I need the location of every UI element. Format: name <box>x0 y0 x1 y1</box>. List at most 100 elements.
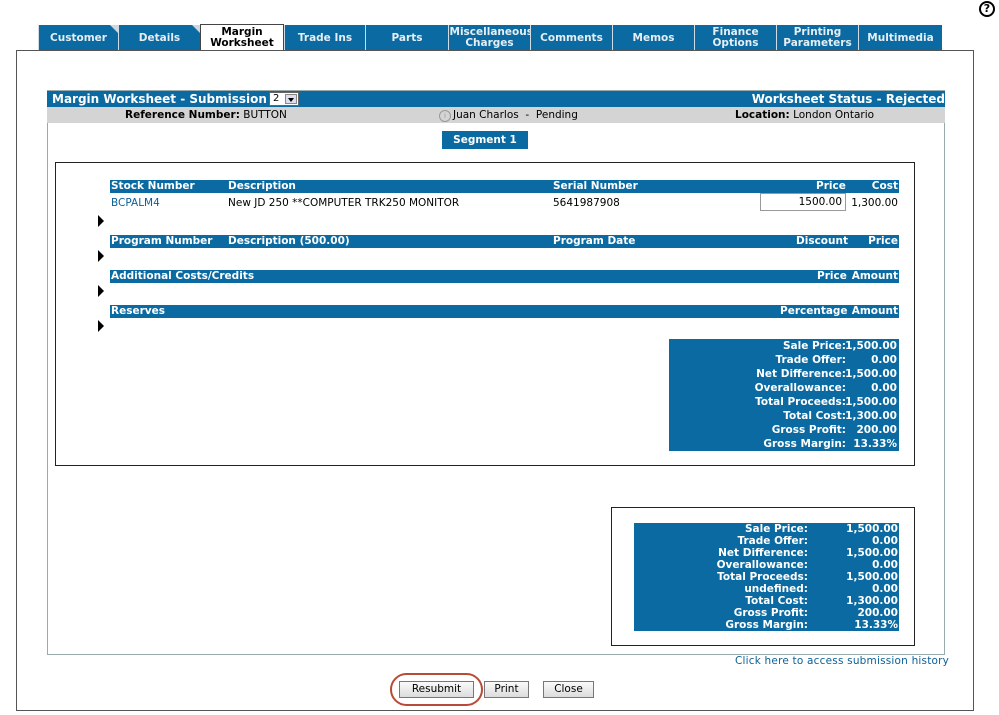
price-input[interactable]: 1500.00 <box>760 193 846 211</box>
col-discount: Discount <box>796 235 848 247</box>
tab-details[interactable]: Details <box>118 25 200 51</box>
expand-arrow-icon[interactable] <box>98 215 104 227</box>
tab-printing-parameters[interactable]: Printing Parameters <box>776 25 858 51</box>
summary-label: Sale Price: <box>782 340 846 352</box>
expand-arrow-icon[interactable] <box>98 320 104 332</box>
stock-cost: 1,300.00 <box>851 197 898 209</box>
summary-label: Gross Margin: <box>725 619 808 631</box>
serial-number: 5641987908 <box>553 197 620 209</box>
tab-miscellaneous-charges[interactable]: Miscellaneous Charges <box>448 25 533 51</box>
expand-arrow-icon[interactable] <box>98 285 104 297</box>
summary-value: 1,500.00 <box>845 396 897 408</box>
tab-margin-worksheet[interactable]: Margin Worksheet <box>200 24 284 51</box>
worksheet-header: Margin Worksheet - Submission 2 Workshee… <box>47 91 945 107</box>
summary-value: 0.00 <box>871 354 897 366</box>
summary-label: Total Proceeds: <box>717 571 808 583</box>
col-description: Description <box>228 180 296 192</box>
submitter-info: i Juan Charlos - Pending <box>439 109 578 122</box>
summary-value: 13.33% <box>853 438 897 450</box>
tab-label: Trade Ins <box>297 31 353 44</box>
submission-select[interactable]: 2 <box>269 92 299 106</box>
tab-label: Finance Options <box>712 26 759 49</box>
summary-label: Net Difference: <box>718 547 808 559</box>
summary-label: Overallowance: <box>754 382 846 394</box>
worksheet-status: Worksheet Status - Rejected <box>751 92 945 106</box>
summary-value: 1,500.00 <box>845 368 897 380</box>
help-icon[interactable]: ? <box>979 1 995 17</box>
col-additional-price: Price <box>817 270 847 282</box>
col-serial-number: Serial Number <box>553 180 638 192</box>
reference-number: Reference Number: BUTTON <box>125 109 287 121</box>
submitter-name: Juan Charlos <box>453 109 519 121</box>
submission-history-link[interactable]: Click here to access submission history <box>735 655 949 667</box>
total-summary: Sale Price: 1,500.00 Trade Offer: 0.00 N… <box>634 523 899 631</box>
col-reserves-amount: Amount <box>851 305 898 317</box>
tab-label: Comments <box>540 31 603 44</box>
summary-label: Gross Profit: <box>771 424 846 436</box>
print-button[interactable]: Print <box>484 681 529 698</box>
location-value: London Ontario <box>793 109 875 121</box>
expand-arrow-icon[interactable] <box>98 250 104 262</box>
user-info-icon[interactable]: i <box>439 110 451 122</box>
submission-select-value: 2 <box>273 93 280 104</box>
tab-bar: Customer Details Margin Worksheet Trade … <box>38 24 942 51</box>
close-button[interactable]: Close <box>543 681 594 698</box>
stock-number-link[interactable]: BCPALM4 <box>111 197 160 209</box>
tab-customer[interactable]: Customer <box>38 25 118 51</box>
summary-label: Total Cost: <box>783 410 846 422</box>
summary-label: Total Cost: <box>745 595 808 607</box>
summary-value: 1,300.00 <box>845 410 897 422</box>
segment-tab[interactable]: Segment 1 <box>442 131 528 149</box>
summary-label: Total Proceeds: <box>755 396 846 408</box>
reserves-header: Reserves Percentage Amount <box>110 305 899 318</box>
tab-label: Multimedia <box>867 31 934 44</box>
summary-label: Trade Offer: <box>737 535 809 547</box>
tab-trade-ins[interactable]: Trade Ins <box>284 25 365 51</box>
summary-value: 1,500.00 <box>845 340 897 352</box>
info-bar: Reference Number: BUTTON i Juan Charlos -… <box>47 107 945 123</box>
tab-label: Memos <box>632 31 675 44</box>
tab-memos[interactable]: Memos <box>612 25 694 51</box>
summary-value: 13.33% <box>854 619 898 631</box>
col-program-price: Price <box>868 235 898 247</box>
tab-fold-corner <box>192 25 200 33</box>
tab-label: Customer <box>50 31 107 44</box>
summary-value: 0.00 <box>872 535 898 547</box>
summary-label: Sale Price: <box>744 523 808 535</box>
col-program-number: Program Number <box>111 235 213 247</box>
col-additional-amount: Amount <box>851 270 898 282</box>
resubmit-button[interactable]: Resubmit <box>399 681 474 698</box>
tab-label: Parts <box>391 31 423 44</box>
stock-description: New JD 250 **COMPUTER TRK250 MONITOR <box>228 197 460 209</box>
segment-summary: Sale Price: 1,500.00 Trade Offer: 0.00 N… <box>669 339 899 451</box>
submitter-separator: - <box>525 109 530 121</box>
program-table-header: Program Number Description (500.00) Prog… <box>110 235 899 248</box>
location-label: Location: <box>735 109 790 121</box>
tab-label: Miscellaneous Charges <box>449 26 533 49</box>
col-price: Price <box>816 180 846 192</box>
tab-parts[interactable]: Parts <box>365 25 448 51</box>
summary-value: 200.00 <box>857 607 898 619</box>
tab-finance-options[interactable]: Finance Options <box>694 25 776 51</box>
tab-multimedia[interactable]: Multimedia <box>858 25 942 51</box>
col-program-date: Program Date <box>553 235 636 247</box>
summary-value: 1,500.00 <box>846 547 898 559</box>
summary-value: 1,300.00 <box>846 595 898 607</box>
location: Location: London Ontario <box>735 109 874 121</box>
reference-number-label: Reference Number: <box>125 109 240 121</box>
summary-value: 0.00 <box>872 559 898 571</box>
summary-label: Trade Offer: <box>775 354 847 366</box>
tab-label: Printing Parameters <box>783 26 852 49</box>
col-stock-number: Stock Number <box>111 180 195 192</box>
additional-costs-header: Additional Costs/Credits Price Amount <box>110 270 899 283</box>
page-title: Margin Worksheet - Submission <box>52 92 267 106</box>
summary-label: Gross Profit: <box>733 607 808 619</box>
submitter-status: Pending <box>535 109 578 121</box>
tab-comments[interactable]: Comments <box>530 25 612 51</box>
summary-label: Gross Margin: <box>763 438 846 450</box>
reference-number-value: BUTTON <box>243 109 287 121</box>
col-percentage: Percentage <box>780 305 848 317</box>
chevron-down-icon[interactable] <box>285 94 297 104</box>
col-program-description: Description (500.00) <box>228 235 350 247</box>
summary-value: 1,500.00 <box>846 571 898 583</box>
